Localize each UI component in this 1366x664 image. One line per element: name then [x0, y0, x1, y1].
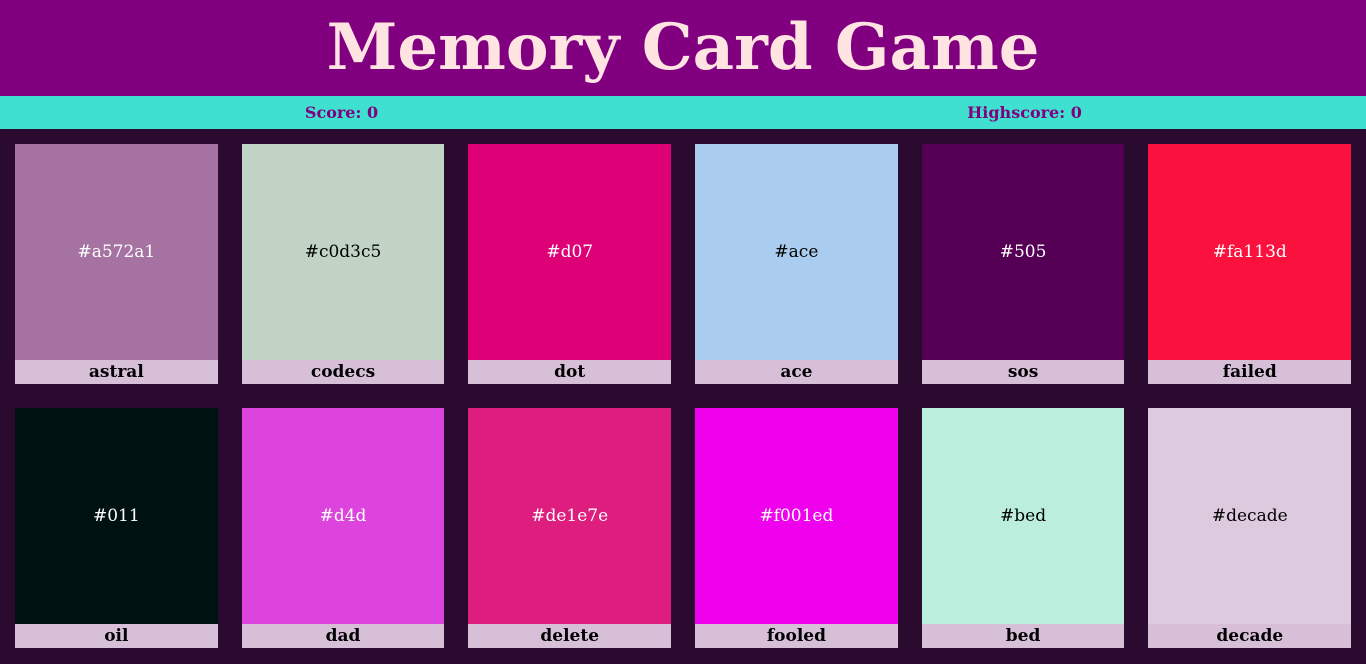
card-swatch: #a572a1	[15, 144, 218, 360]
card-swatch: #d4d	[241, 408, 445, 624]
card-codecs[interactable]: #c0d3c5 codecs	[241, 144, 445, 384]
card-dot[interactable]: #d07 dot	[468, 144, 672, 384]
card-swatch: #de1e7e	[468, 408, 672, 624]
card-label: sos	[921, 360, 1125, 384]
card-label: decade	[1148, 624, 1352, 648]
card-swatch: #f001ed	[695, 408, 898, 624]
card-bed[interactable]: #bed bed	[921, 408, 1125, 648]
card-sos[interactable]: #505 sos	[921, 144, 1125, 384]
card-swatch: #bed	[921, 408, 1125, 624]
card-swatch: #d07	[468, 144, 672, 360]
game-title: Memory Card Game	[326, 10, 1040, 85]
card-swatch: #505	[921, 144, 1125, 360]
card-label: oil	[15, 624, 218, 648]
card-label: bed	[921, 624, 1125, 648]
card-label: codecs	[241, 360, 445, 384]
card-label: failed	[1148, 360, 1352, 384]
card-swatch: #011	[15, 408, 218, 624]
scoreboard: Score: 0 Highscore: 0	[0, 96, 1366, 129]
card-label: delete	[468, 624, 672, 648]
card-label: dad	[241, 624, 445, 648]
card-label: fooled	[695, 624, 898, 648]
card-delete[interactable]: #de1e7e delete	[468, 408, 672, 648]
card-swatch: #ace	[695, 144, 898, 360]
card-failed[interactable]: #fa113d failed	[1148, 144, 1352, 384]
card-label: dot	[468, 360, 672, 384]
game-header: Memory Card Game	[0, 0, 1366, 96]
card-ace[interactable]: #ace ace	[695, 144, 898, 384]
card-astral[interactable]: #a572a1 astral	[15, 144, 218, 384]
card-oil[interactable]: #011 oil	[15, 408, 218, 648]
score-display: Score: 0	[304, 103, 379, 122]
card-decade[interactable]: #decade decade	[1148, 408, 1352, 648]
card-grid: #a572a1 astral #c0d3c5 codecs #d07 dot #…	[0, 129, 1366, 648]
card-dad[interactable]: #d4d dad	[241, 408, 445, 648]
highscore-display: Highscore: 0	[967, 103, 1082, 122]
card-label: ace	[695, 360, 898, 384]
card-fooled[interactable]: #f001ed fooled	[695, 408, 898, 648]
card-label: astral	[15, 360, 218, 384]
card-swatch: #decade	[1148, 408, 1352, 624]
card-swatch: #fa113d	[1148, 144, 1352, 360]
card-swatch: #c0d3c5	[241, 144, 445, 360]
